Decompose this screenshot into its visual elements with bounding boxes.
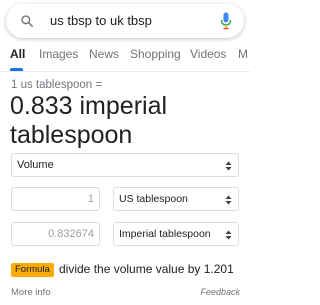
tab-news[interactable]: News [89,47,119,61]
active-tab-indicator [10,68,23,71]
conversion-result: 0.833 imperial tablespoon [10,92,168,149]
conversion-input-label: 1 us tablespoon = [11,79,103,91]
more-info-link[interactable]: More info [11,287,51,298]
formula-badge: Formula [11,263,54,277]
unit-category-value: Volume [17,159,54,171]
updown-arrows-icon [225,161,232,171]
feedback-link[interactable]: Feedback [200,287,240,297]
search-icon[interactable] [20,14,34,28]
to-unit-value: Imperial tablespoon [119,228,211,240]
to-unit-select[interactable]: Imperial tablespoon [113,222,239,246]
tab-videos[interactable]: Videos [190,47,226,61]
tab-more[interactable]: M [238,47,248,61]
from-unit-value: US tablespoon [119,193,188,205]
search-bar[interactable]: us tbsp to uk tbsp [6,4,244,38]
tab-all[interactable]: All [10,47,25,61]
updown-arrows-icon [225,195,232,205]
unit-category-select[interactable]: Volume [11,153,239,177]
to-value-input[interactable]: 0.832674 [11,222,100,246]
tab-shopping[interactable]: Shopping [130,47,181,61]
tab-images[interactable]: Images [39,47,78,61]
formula-text: divide the volume value by 1.201 [59,262,234,276]
updown-arrows-icon [225,230,232,240]
from-unit-select[interactable]: US tablespoon [113,187,239,211]
search-query-text[interactable]: us tbsp to uk tbsp [50,13,152,28]
search-tabs: All Images News Shopping Videos M [0,46,250,72]
microphone-icon[interactable] [220,12,232,30]
from-value-input[interactable]: 1 [11,187,100,211]
